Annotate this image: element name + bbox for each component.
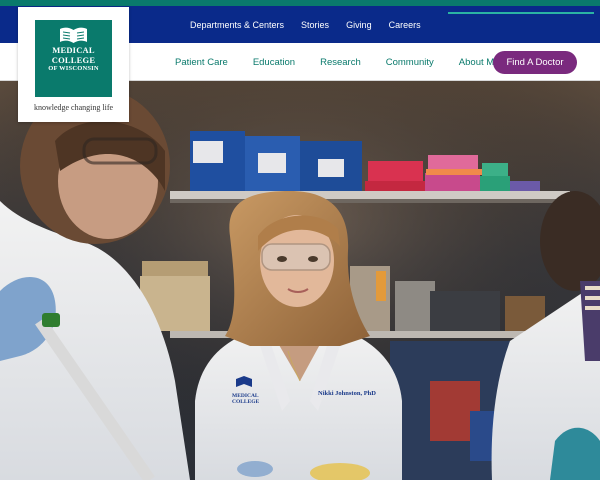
logo-card[interactable]: MEDICAL COLLEGE OF WISCONSIN knowledge c…	[18, 7, 129, 122]
find-a-doctor-button[interactable]: Find A Doctor	[493, 51, 577, 74]
utility-link-giving[interactable]: Giving	[346, 20, 372, 30]
utility-link-stories[interactable]: Stories	[301, 20, 329, 30]
logo-tagline: knowledge changing life	[33, 103, 114, 112]
nav-link-community[interactable]: Community	[386, 57, 434, 68]
logo-line-2: COLLEGE	[51, 54, 96, 65]
utility-nav: Departments & Centers Stories Giving Car…	[190, 6, 421, 43]
open-book-icon	[60, 27, 87, 43]
utility-link-departments[interactable]: Departments & Centers	[190, 20, 284, 30]
hero-image: MEDICAL COLLEGE Nikki Johnston, PhD	[0, 81, 600, 480]
hero-lab-photo: MEDICAL COLLEGE Nikki Johnston, PhD	[0, 81, 600, 480]
nav-link-education[interactable]: Education	[253, 57, 295, 68]
logo-mark: MEDICAL COLLEGE OF WISCONSIN	[35, 20, 112, 97]
logo-line-3: OF WISCONSIN	[48, 65, 99, 72]
utility-link-careers[interactable]: Careers	[389, 20, 421, 30]
coat-name-label: Nikki Johnston, PhD	[318, 390, 376, 397]
main-nav: Patient Care Education Research Communit…	[175, 43, 535, 81]
logo-wordmark: MEDICAL COLLEGE OF WISCONSIN	[35, 45, 112, 73]
utility-divider	[448, 12, 594, 14]
nav-link-research[interactable]: Research	[320, 57, 361, 68]
nav-link-patient-care[interactable]: Patient Care	[175, 57, 228, 68]
svg-text:COLLEGE: COLLEGE	[232, 399, 260, 405]
